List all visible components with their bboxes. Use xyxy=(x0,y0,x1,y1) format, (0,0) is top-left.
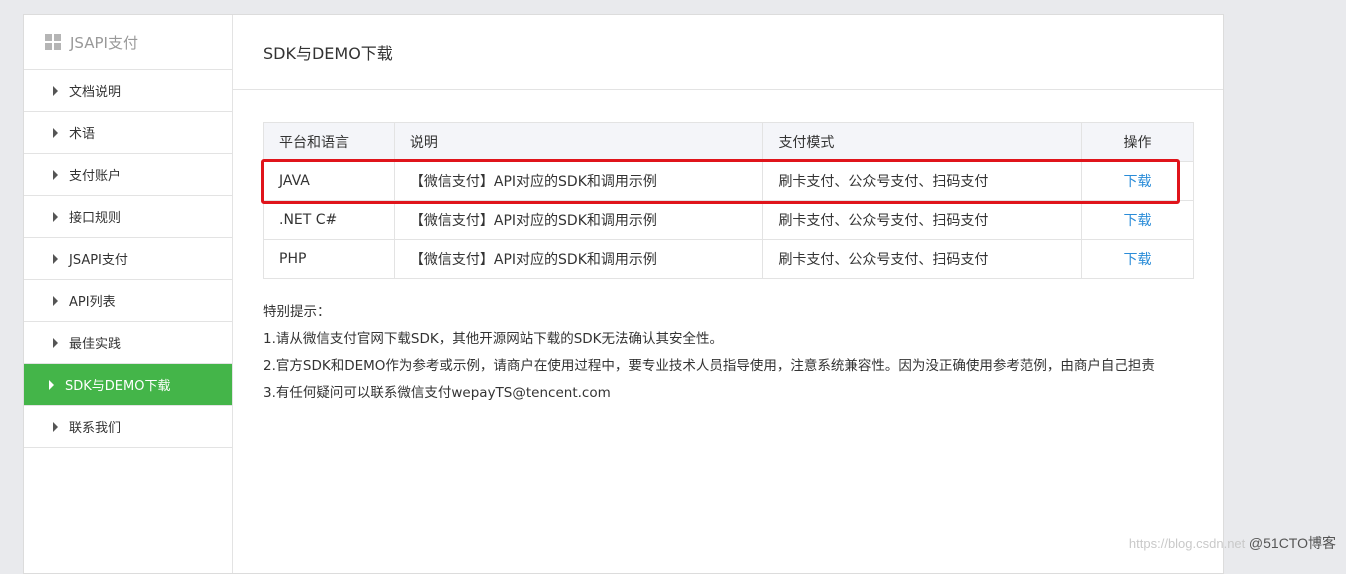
caret-right-icon xyxy=(49,379,54,390)
sidebar-item-label: API列表 xyxy=(69,295,116,310)
cell-desc: 【微信支付】API对应的SDK和调用示例 xyxy=(393,239,764,279)
caret-right-icon xyxy=(53,421,58,432)
notes-heading: 特别提示： xyxy=(263,304,331,320)
sidebar-header: JSAPI支付 xyxy=(24,15,232,70)
sidebar-item-label: 接口规则 xyxy=(69,211,122,226)
sidebar-item-label: 支付账户 xyxy=(69,169,122,184)
sidebar-item-docs[interactable]: 文档说明 xyxy=(24,70,232,112)
grid-icon xyxy=(45,34,61,50)
content-panel: JSAPI支付 文档说明 术语 支付账户 接口规则 JSAPI支付 API列表 … xyxy=(23,14,1224,574)
caret-right-icon xyxy=(53,295,58,306)
sidebar-item-label: 最佳实践 xyxy=(69,337,122,352)
sidebar-item-label: 文档说明 xyxy=(69,85,122,100)
watermark-url: https://blog.csdn.net xyxy=(1128,536,1246,551)
caret-right-icon xyxy=(53,169,58,180)
col-header-platform: 平台和语言 xyxy=(263,122,395,162)
cell-platform: PHP xyxy=(263,239,395,279)
col-header-mode: 支付模式 xyxy=(762,122,1083,162)
page-title: SDK与DEMO下载 xyxy=(233,15,1223,90)
table-row: .NET C# 【微信支付】API对应的SDK和调用示例 刷卡支付、公众号支付、… xyxy=(263,200,1194,240)
sidebar-item-best-practice[interactable]: 最佳实践 xyxy=(24,322,232,364)
table-row: PHP 【微信支付】API对应的SDK和调用示例 刷卡支付、公众号支付、扫码支付… xyxy=(263,239,1194,279)
col-header-desc: 说明 xyxy=(393,122,764,162)
cell-mode: 刷卡支付、公众号支付、扫码支付 xyxy=(762,239,1083,279)
notes-line: 3.有任何疑问可以联系微信支付wepayTS@tencent.com xyxy=(263,385,611,401)
sidebar-item-jsapi[interactable]: JSAPI支付 xyxy=(24,238,232,280)
caret-right-icon xyxy=(53,253,58,264)
caret-right-icon xyxy=(53,85,58,96)
watermark-brand: @51CTO博客 xyxy=(1248,535,1336,551)
download-table: 平台和语言 说明 支付模式 操作 JAVA 【微信支付】API对应的SDK和调用… xyxy=(263,122,1194,279)
sidebar-item-account[interactable]: 支付账户 xyxy=(24,154,232,196)
cell-action: 下载 xyxy=(1081,200,1194,240)
caret-right-icon xyxy=(53,211,58,222)
sidebar-item-label: 术语 xyxy=(69,127,96,142)
cell-mode: 刷卡支付、公众号支付、扫码支付 xyxy=(762,161,1083,201)
cell-mode: 刷卡支付、公众号支付、扫码支付 xyxy=(762,200,1083,240)
cell-action: 下载 xyxy=(1081,239,1194,279)
sidebar-item-rules[interactable]: 接口规则 xyxy=(24,196,232,238)
cell-desc: 【微信支付】API对应的SDK和调用示例 xyxy=(393,200,764,240)
sidebar-item-terms[interactable]: 术语 xyxy=(24,112,232,154)
cell-desc: 【微信支付】API对应的SDK和调用示例 xyxy=(393,161,764,201)
watermark: https://blog.csdn.net @51CTO博客 xyxy=(1129,533,1336,553)
download-link[interactable]: 下载 xyxy=(1124,213,1152,229)
notes-line: 1.请从微信支付官网下载SDK，其他开源网站下载的SDK无法确认其安全性。 xyxy=(263,331,724,347)
cell-action: 下载 xyxy=(1081,161,1194,201)
sidebar-item-label: JSAPI支付 xyxy=(69,253,128,268)
table-row: JAVA 【微信支付】API对应的SDK和调用示例 刷卡支付、公众号支付、扫码支… xyxy=(263,161,1194,201)
notes-line: 2.官方SDK和DEMO作为参考或示例，请商户在使用过程中，要专业技术人员指导使… xyxy=(263,358,1155,374)
cell-platform: .NET C# xyxy=(263,200,395,240)
sidebar-item-label: 联系我们 xyxy=(69,421,122,436)
main-content: SDK与DEMO下载 平台和语言 说明 支付模式 操作 JAVA 【微信支付】A… xyxy=(233,15,1223,573)
table-header-row: 平台和语言 说明 支付模式 操作 xyxy=(263,122,1194,162)
cell-platform: JAVA xyxy=(263,161,395,201)
caret-right-icon xyxy=(53,337,58,348)
col-header-action: 操作 xyxy=(1081,122,1194,162)
sidebar-item-api-list[interactable]: API列表 xyxy=(24,280,232,322)
sidebar-item-label: SDK与DEMO下载 xyxy=(65,379,171,394)
download-link[interactable]: 下载 xyxy=(1124,252,1152,268)
download-link[interactable]: 下载 xyxy=(1124,174,1152,190)
sidebar-header-label: JSAPI支付 xyxy=(70,33,138,52)
sidebar: JSAPI支付 文档说明 术语 支付账户 接口规则 JSAPI支付 API列表 … xyxy=(24,15,233,573)
sidebar-item-contact[interactable]: 联系我们 xyxy=(24,406,232,448)
caret-right-icon xyxy=(53,127,58,138)
sidebar-item-sdk-download[interactable]: SDK与DEMO下载 xyxy=(24,364,232,406)
notes-section: 特别提示： 1.请从微信支付官网下载SDK，其他开源网站下载的SDK无法确认其安… xyxy=(263,299,1155,407)
